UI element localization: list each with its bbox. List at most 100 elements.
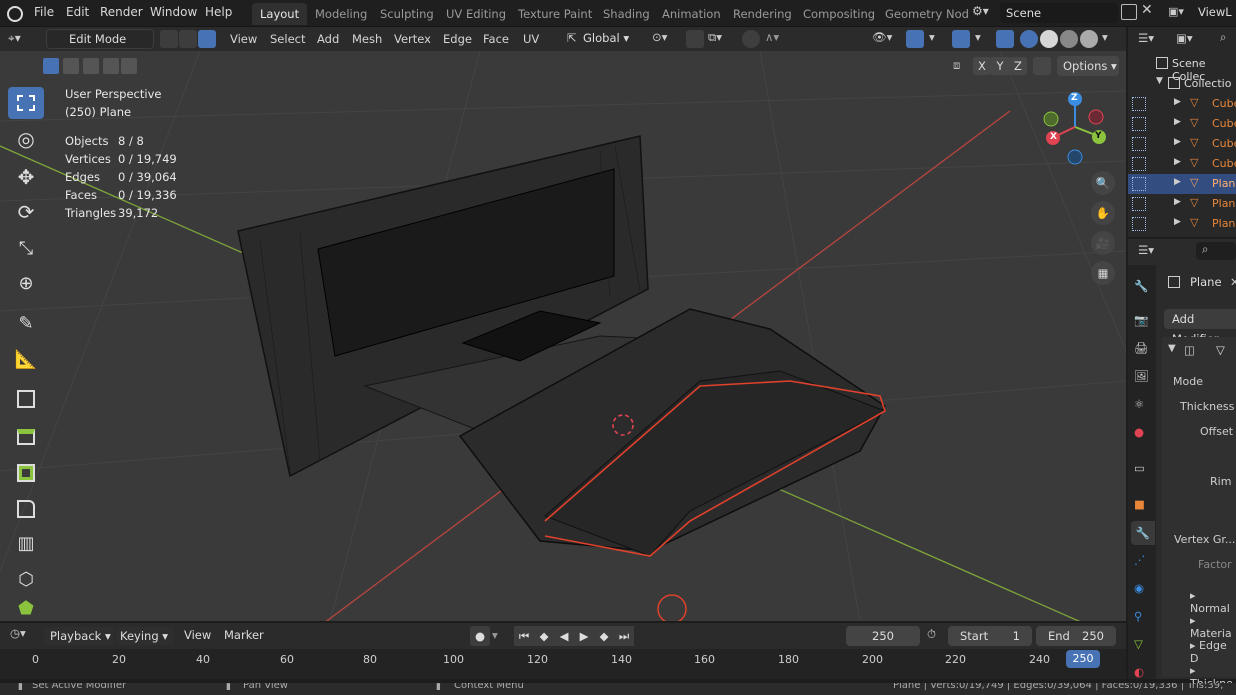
menu-face[interactable]: Face [483, 32, 509, 46]
properties-search-icon[interactable]: ⌕ [1196, 242, 1236, 260]
pin-icon[interactable]: ✕ [1230, 275, 1236, 289]
menu-view[interactable]: View [230, 32, 257, 46]
axis-x-toggle[interactable]: X [973, 57, 991, 75]
collapse-icon[interactable]: ▼ [1168, 343, 1176, 354]
menu-window[interactable]: Window [150, 5, 197, 19]
tab-shading[interactable]: Shading [595, 3, 658, 25]
expand-icon[interactable]: ▶ [1174, 197, 1181, 207]
edit-mode-icon[interactable] [1132, 217, 1146, 231]
bevel-tool[interactable] [8, 493, 44, 525]
select-box-tool[interactable] [8, 87, 44, 119]
edit-mode-icon[interactable] [1132, 117, 1146, 131]
outliner-item[interactable]: ▶ ▽ Plane [1128, 194, 1236, 214]
axis-z-toggle[interactable]: Z [1009, 57, 1027, 75]
ortho-toggle-button[interactable]: ▦ [1091, 261, 1115, 285]
add-modifier-button[interactable]: Add Modifier [1164, 309, 1236, 346]
overlay-toggle-icon[interactable] [952, 30, 970, 48]
rendered-shading-icon[interactable] [1080, 30, 1098, 48]
object-tab-icon[interactable]: ■ [1134, 497, 1145, 511]
playback-menu[interactable]: Playback ▾ [44, 627, 114, 645]
scale-tool[interactable]: ⤡ [8, 232, 44, 264]
delete-scene-icon[interactable]: ✕ [1141, 2, 1153, 18]
shading-dropdown-icon[interactable]: ▾ [1102, 30, 1108, 44]
edit-mode-icon[interactable] [1132, 97, 1146, 111]
add-cube-tool[interactable] [8, 383, 44, 415]
select-box-mode-icon[interactable] [43, 58, 59, 74]
jump-end-button[interactable]: ⏭ [614, 626, 634, 646]
outliner-item[interactable]: ▶ ▽ Cube [1128, 94, 1236, 114]
outliner-item[interactable]: ▶ ▽ Cube [1128, 154, 1236, 174]
outliner-item[interactable]: ▶ ▽ Plane [1128, 214, 1236, 234]
gizmo-dropdown-icon[interactable]: ▾ [929, 30, 935, 44]
properties-editor-icon[interactable]: ☰▾ [1138, 243, 1154, 257]
auto-key-dropdown-icon[interactable]: ▾ [492, 628, 498, 642]
expand-icon[interactable]: ▶ [1174, 177, 1181, 187]
material-tab-icon[interactable]: ◐ [1134, 665, 1144, 679]
end-frame-field[interactable]: End 250 [1036, 626, 1116, 646]
select-intersect-mode-icon[interactable] [121, 58, 137, 74]
zoom-button[interactable]: 🔍 [1091, 171, 1115, 195]
overlay-dropdown-icon[interactable]: ▾ [975, 30, 981, 44]
scene-tab-icon[interactable]: ⚛ [1134, 397, 1144, 411]
solid-shading-icon[interactable] [1040, 30, 1058, 48]
menu-vertex[interactable]: Vertex [394, 32, 431, 46]
current-frame-field[interactable]: 250 [846, 626, 920, 646]
collection-row[interactable]: ▼ Collectio [1128, 74, 1236, 94]
edit-mode-toggle-icon[interactable]: ▽ [1216, 343, 1225, 357]
xray-toggle-icon[interactable] [996, 30, 1014, 48]
normals-panel-header[interactable]: ▸ Normal [1190, 589, 1236, 615]
timeline-view-menu[interactable]: View [184, 628, 211, 642]
marker-menu[interactable]: Marker [224, 628, 264, 642]
mode-dropdown[interactable]: Edit Mode [46, 29, 154, 49]
knife-tool[interactable]: ⬡ [8, 563, 44, 595]
view-layer-icon[interactable]: ▣▾ [1168, 5, 1194, 21]
menu-edit[interactable]: Edit [66, 5, 89, 19]
visibility-icon[interactable]: 👁▾ [872, 30, 892, 44]
edge-data-panel-header[interactable]: ▸ Edge D [1190, 639, 1236, 665]
gizmo-toggle-icon[interactable] [906, 30, 924, 48]
menu-file[interactable]: File [34, 5, 54, 19]
auto-merge-icon[interactable] [1033, 57, 1051, 75]
tab-uv-editing[interactable]: UV Editing [438, 3, 514, 25]
stopwatch-icon[interactable]: ⏱ [927, 627, 936, 642]
constraints-tab-icon[interactable]: ⚲ [1134, 609, 1142, 623]
menu-select[interactable]: Select [270, 32, 305, 46]
3d-viewport[interactable]: ◎ ✥ ⟳ ⤡ ⊕ ✎ 📐 ▥ ⬡ ⬟ User Perspective (25… [0, 51, 1126, 621]
expand-icon[interactable]: ▶ [1174, 117, 1181, 127]
scene-selector-icon[interactable]: ⚙▾ [972, 4, 998, 22]
view-layer-field[interactable]: ViewL [1198, 5, 1232, 19]
data-tab-icon[interactable]: ▽ [1134, 637, 1143, 651]
select-extend-mode-icon[interactable] [63, 58, 79, 74]
rotate-tool[interactable]: ⟳ [8, 196, 44, 228]
outliner-item[interactable]: ▶ ▽ Cube [1128, 134, 1236, 154]
outliner-filter-icon[interactable]: ▣▾ [1176, 31, 1193, 45]
inset-tool[interactable] [8, 457, 44, 489]
physics-tab-icon[interactable]: ◉ [1134, 581, 1144, 595]
collection-tab-icon[interactable]: ▭ [1134, 461, 1145, 475]
world-tab-icon[interactable]: ● [1134, 425, 1144, 439]
outliner-item-active[interactable]: ▶ ▽ Plane [1128, 174, 1236, 194]
outliner-search-icon[interactable]: ⌕ [1220, 30, 1226, 45]
tab-geometry-nodes[interactable]: Geometry Nod [877, 3, 977, 25]
select-subtract-mode-icon[interactable] [83, 58, 99, 74]
extrude-tool[interactable] [8, 421, 44, 453]
wireframe-shading-icon[interactable] [1020, 30, 1038, 48]
edge-select-icon[interactable] [179, 30, 197, 48]
menu-add[interactable]: Add [317, 32, 339, 46]
pivot-icon[interactable]: ⊙▾ [652, 30, 667, 44]
materials-panel-header[interactable]: ▸ Materia [1190, 614, 1236, 640]
next-keyframe-button[interactable]: ◆ [594, 626, 614, 646]
tab-texture-paint[interactable]: Texture Paint [510, 3, 600, 25]
snap-icon[interactable] [686, 30, 704, 48]
scene-collection-row[interactable]: Scene Collec [1128, 54, 1236, 83]
expand-icon[interactable]: ▶ [1174, 137, 1181, 147]
menu-edge[interactable]: Edge [443, 32, 472, 46]
outliner-editor-icon[interactable]: ☰▾ [1138, 31, 1154, 45]
menu-render[interactable]: Render [100, 5, 143, 19]
edit-mode-icon[interactable] [1132, 157, 1146, 171]
play-reverse-button[interactable]: ◀ [554, 626, 574, 646]
options-dropdown[interactable]: Options ▾ [1057, 56, 1119, 76]
timeline-editor-icon[interactable]: ◷▾ [10, 626, 26, 640]
expand-icon[interactable]: ▶ [1174, 157, 1181, 167]
edit-mode-icon[interactable] [1132, 137, 1146, 151]
